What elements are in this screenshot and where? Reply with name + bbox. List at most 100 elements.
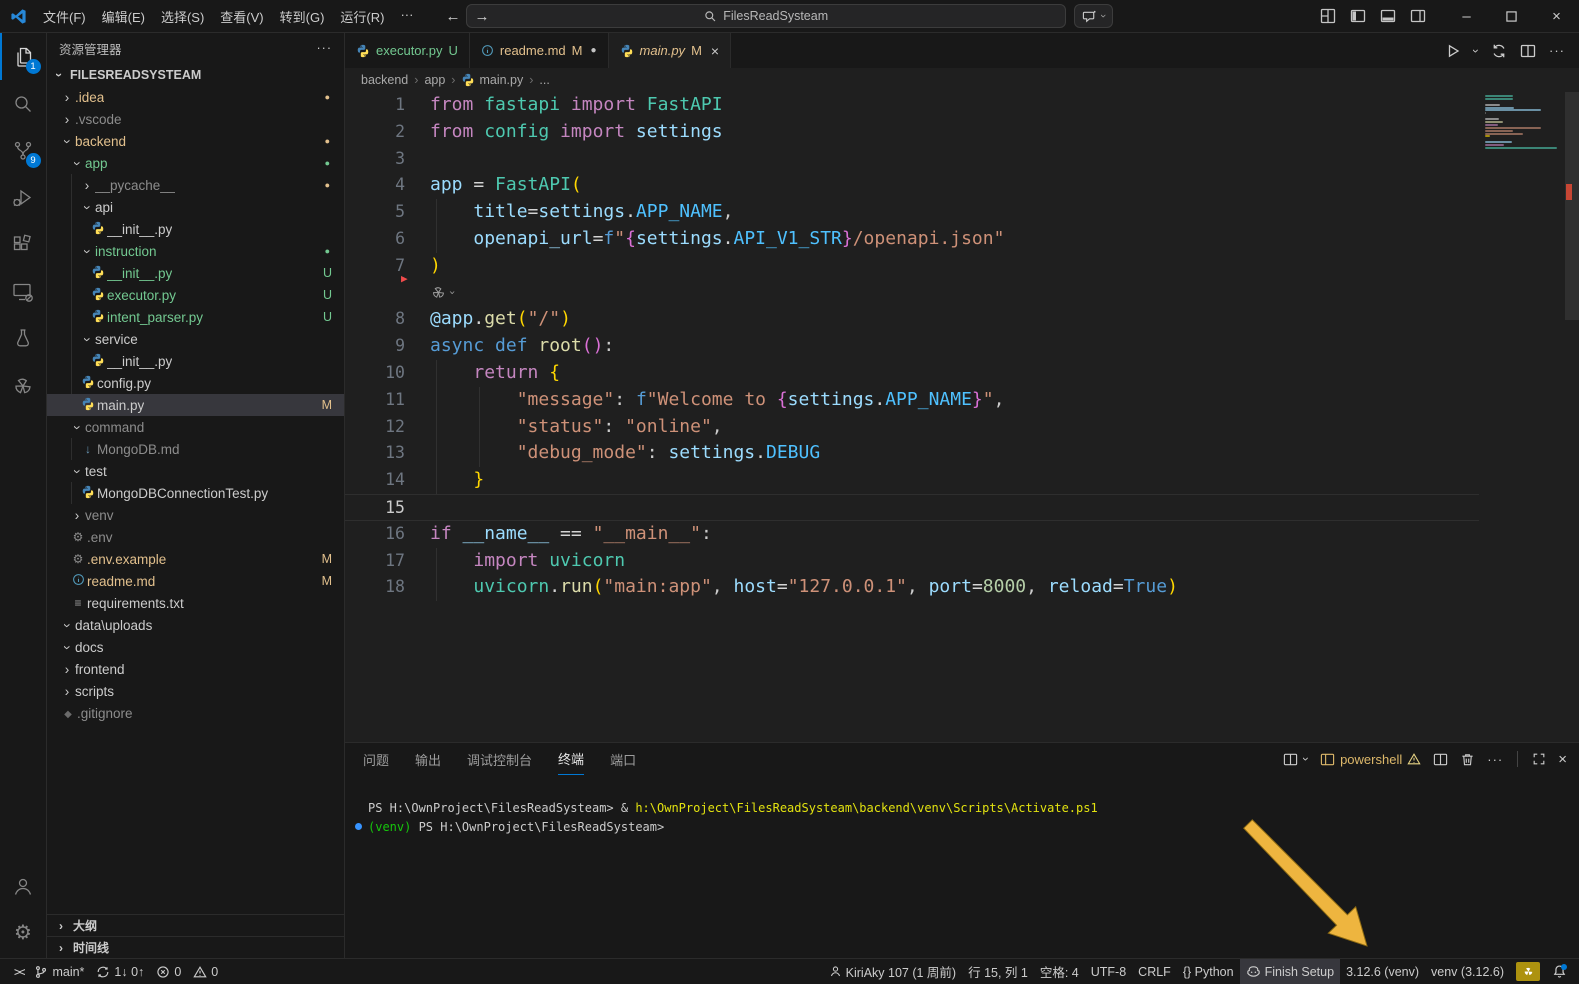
- panel-more-actions[interactable]: ···: [1487, 752, 1503, 767]
- nav-forward-icon[interactable]: →: [474, 8, 489, 25]
- tree-item-api[interactable]: ›api: [47, 196, 344, 218]
- menu-item-0[interactable]: 文件(F): [35, 3, 94, 30]
- panel-tab-终端[interactable]: 终端: [558, 743, 584, 775]
- statusbar-language-mode[interactable]: {} Python: [1177, 959, 1240, 984]
- tree-item-docs[interactable]: ›docs: [47, 636, 344, 658]
- tree-item-__init__.py[interactable]: __init__.pyU: [47, 262, 344, 284]
- activity-accounts[interactable]: [0, 862, 47, 909]
- tree-item-.gitignore[interactable]: ◆.gitignore: [47, 702, 344, 724]
- menu-item-2[interactable]: 选择(S): [153, 3, 212, 30]
- command-decoration-dot[interactable]: [355, 823, 362, 830]
- statusbar-cursor-position[interactable]: 行 15, 列 1: [962, 959, 1034, 984]
- activity-source-control[interactable]: 9: [0, 127, 47, 174]
- tree-item-requirements.txt[interactable]: ≡requirements.txt: [47, 592, 344, 614]
- nav-back-icon[interactable]: ←: [445, 8, 460, 25]
- editor-scrollbar[interactable]: [1565, 92, 1579, 742]
- maximize-icon[interactable]: [1489, 0, 1534, 32]
- statusbar-python-env[interactable]: venv (3.12.6): [1425, 959, 1510, 984]
- terminal-output[interactable]: PS H:\OwnProject\FilesReadSysteam> & h:\…: [345, 775, 1579, 836]
- menu-item-5[interactable]: 运行(R): [332, 3, 392, 30]
- menu-item-4[interactable]: 转到(G): [272, 3, 333, 30]
- tree-item-data\uploads[interactable]: ›data\uploads: [47, 614, 344, 636]
- changes-icon[interactable]: [1491, 43, 1507, 59]
- tree-item-MongoDBConnectionTest.py[interactable]: MongoDBConnectionTest.py: [47, 482, 344, 504]
- maximize-panel-icon[interactable]: [1532, 752, 1546, 766]
- activity-search[interactable]: [0, 80, 47, 127]
- tree-item-intent_parser.py[interactable]: intent_parser.pyU: [47, 306, 344, 328]
- ai-pinwheel-icon[interactable]: ›: [430, 284, 456, 301]
- panel-tab-输出[interactable]: 输出: [415, 744, 441, 775]
- tree-item-.env[interactable]: ⚙.env: [47, 526, 344, 548]
- activity-settings[interactable]: ⚙: [0, 909, 47, 956]
- statusbar-encoding[interactable]: UTF-8: [1085, 959, 1132, 984]
- breadcrumb-item-2[interactable]: main.py: [461, 73, 523, 87]
- tree-root[interactable]: › FILESREADSYSTEAM: [47, 63, 344, 86]
- tree-item-executor.py[interactable]: executor.pyU: [47, 284, 344, 306]
- breadcrumb-item-0[interactable]: backend: [361, 73, 408, 87]
- menu-item-6[interactable]: ···: [392, 3, 421, 30]
- statusbar-eol[interactable]: CRLF: [1132, 959, 1177, 984]
- kill-terminal-icon[interactable]: [1460, 752, 1475, 767]
- tree-item-venv[interactable]: ›venv: [47, 504, 344, 526]
- tree-item-instruction[interactable]: ›instruction●: [47, 240, 344, 262]
- tree-item-.vscode[interactable]: ›.vscode: [47, 108, 344, 130]
- breadcrumb-item-1[interactable]: app: [424, 73, 445, 87]
- statusbar-git-branch[interactable]: main*: [28, 959, 90, 984]
- activity-testing[interactable]: [0, 315, 47, 362]
- activity-remote-explorer[interactable]: [0, 268, 47, 315]
- statusbar-remote-indicator[interactable]: ><: [8, 959, 28, 984]
- statusbar-errors[interactable]: 0: [150, 959, 187, 984]
- kebab-icon[interactable]: ···: [1549, 43, 1565, 58]
- menu-item-1[interactable]: 编辑(E): [94, 3, 153, 30]
- tree-item-__pycache__[interactable]: ›__pycache__●: [47, 174, 344, 196]
- close-tab-icon[interactable]: ×: [711, 43, 719, 59]
- scrollbar-thumb[interactable]: [1565, 92, 1579, 320]
- tree-item-config.py[interactable]: config.py: [47, 372, 344, 394]
- tab-executor.py[interactable]: executor.py U: [345, 33, 470, 68]
- tree-item-service[interactable]: ›service: [47, 328, 344, 350]
- tree-item-readme.md[interactable]: readme.mdM: [47, 570, 344, 592]
- terminal-tab-powershell[interactable]: powershell: [1320, 752, 1421, 767]
- command-center-search[interactable]: FilesReadSysteam: [466, 4, 1066, 28]
- statusbar-warnings[interactable]: 0: [187, 959, 224, 984]
- panel-tab-调试控制台[interactable]: 调试控制台: [467, 744, 532, 775]
- code-editor[interactable]: 1from fastapi import FastAPI2from config…: [345, 92, 1579, 742]
- statusbar-git-sync[interactable]: 1↓ 0↑: [90, 959, 150, 984]
- layout-sidebar-left-icon[interactable]: [1350, 8, 1366, 24]
- split-editor-icon[interactable]: [1520, 43, 1536, 59]
- close-panel-icon[interactable]: ×: [1558, 751, 1567, 768]
- split-terminal-icon[interactable]: [1433, 752, 1448, 767]
- statusbar-git-blame[interactable]: KiriAky 107 (1 周前): [823, 959, 962, 984]
- activity-explorer[interactable]: 1: [0, 33, 47, 80]
- copilot-button[interactable]: ›: [1074, 4, 1113, 28]
- statusbar-ai-status[interactable]: [1510, 959, 1546, 984]
- tab-readme.md[interactable]: readme.md M ●: [470, 33, 609, 68]
- tree-item-MongoDB.md[interactable]: ↓MongoDB.md: [47, 438, 344, 460]
- menu-item-3[interactable]: 查看(V): [212, 3, 271, 30]
- tree-item-__init__.py[interactable]: __init__.py: [47, 350, 344, 372]
- statusbar-copilot-setup[interactable]: Finish Setup: [1240, 959, 1340, 984]
- minimap[interactable]: [1485, 95, 1563, 150]
- sidebar-more-actions[interactable]: ···: [317, 41, 333, 55]
- layout-sidebar-right-icon[interactable]: [1410, 8, 1426, 24]
- close-icon[interactable]: ×: [1534, 0, 1579, 32]
- statusbar-notifications[interactable]: [1546, 959, 1573, 984]
- statusbar-indentation[interactable]: 空格: 4: [1034, 959, 1085, 984]
- sidebar-section-0[interactable]: ›大纲: [47, 914, 344, 936]
- sidebar-section-1[interactable]: ›时间线: [47, 936, 344, 958]
- terminal-launch-dropdown[interactable]: ›: [1299, 757, 1313, 761]
- activity-run-debug[interactable]: [0, 174, 47, 221]
- statusbar-python-version[interactable]: 3.12.6 (venv): [1340, 959, 1425, 984]
- tree-item-app[interactable]: ›app●: [47, 152, 344, 174]
- layout-grid-icon[interactable]: [1320, 8, 1336, 24]
- tab-main.py[interactable]: main.py M ×: [609, 33, 732, 68]
- panel-tab-问题[interactable]: 问题: [363, 744, 389, 775]
- tree-item-command[interactable]: ›command: [47, 416, 344, 438]
- breadcrumb-item-3[interactable]: ...: [539, 73, 549, 87]
- panel-tab-端口[interactable]: 端口: [610, 744, 636, 775]
- minimize-icon[interactable]: –: [1444, 0, 1489, 32]
- tree-item-__init__.py[interactable]: __init__.py: [47, 218, 344, 240]
- tree-item-main.py[interactable]: main.pyM: [47, 394, 344, 416]
- activity-extensions[interactable]: [0, 221, 47, 268]
- tree-item-test[interactable]: ›test: [47, 460, 344, 482]
